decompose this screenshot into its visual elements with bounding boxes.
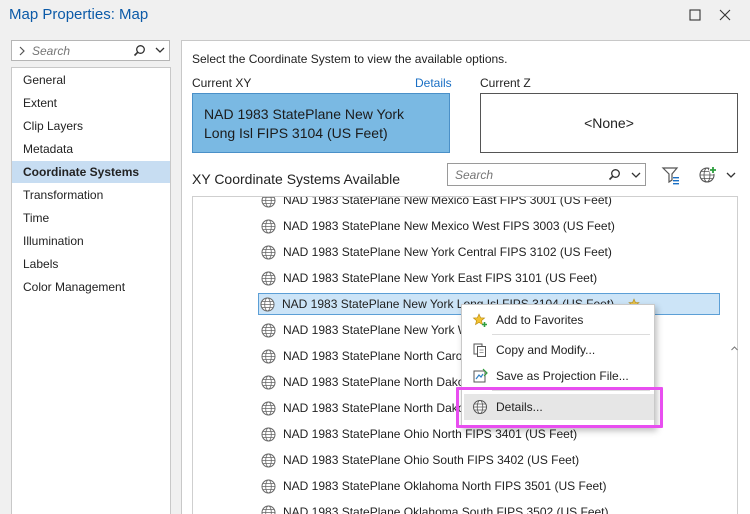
- menu-item-label: Copy and Modify...: [496, 343, 596, 357]
- sidebar-item-color-management[interactable]: Color Management: [12, 276, 170, 298]
- save-projection-icon: [473, 368, 488, 383]
- globe-icon: [260, 297, 275, 312]
- globe-icon: [261, 401, 276, 416]
- maximize-button[interactable]: [682, 4, 708, 26]
- sidebar-item-general[interactable]: General: [12, 69, 170, 91]
- window-title: Map Properties: Map: [9, 6, 149, 23]
- list-item-label: NAD 1983 StatePlane New Mexico West FIPS…: [283, 219, 615, 233]
- menu-item-save-as-projection-file[interactable]: Save as Projection File...: [462, 364, 654, 388]
- search-icon[interactable]: [608, 168, 621, 181]
- current-xy-label: Current XY: [192, 76, 252, 90]
- details-link[interactable]: Details: [415, 76, 452, 90]
- highlight-annotation: [456, 387, 663, 428]
- current-z-value: <None>: [584, 115, 634, 131]
- sidebar-item-metadata[interactable]: Metadata: [12, 138, 170, 160]
- sidebar-item-transformation[interactable]: Transformation: [12, 184, 170, 206]
- menu-separator: [492, 334, 650, 335]
- star-add-icon: [472, 313, 487, 327]
- globe-icon: [261, 219, 276, 234]
- chevron-down-icon[interactable]: [630, 170, 642, 180]
- globe-icon: [261, 427, 276, 442]
- sidebar-search-input[interactable]: [30, 42, 130, 59]
- list-item[interactable]: NAD 1983 StatePlane New York Central FIP…: [259, 241, 719, 263]
- list-item-label: NAD 1983 StatePlane New York East FIPS 3…: [283, 271, 598, 285]
- list-item-label: NAD 1983 StatePlane Oklahoma South FIPS …: [283, 505, 609, 514]
- sidebar-item-illumination[interactable]: Illumination: [12, 230, 170, 252]
- instruction-text: Select the Coordinate System to view the…: [192, 52, 508, 66]
- chevron-down-icon[interactable]: [154, 45, 166, 55]
- list-item[interactable]: NAD 1983 StatePlane New York East FIPS 3…: [259, 267, 719, 289]
- xy-available-header: XY Coordinate Systems Available: [192, 171, 401, 187]
- current-z-label: Current Z: [480, 76, 531, 90]
- current-xy-box[interactable]: NAD 1983 StatePlane New York Long Isl FI…: [192, 93, 450, 153]
- menu-item-label: Save as Projection File...: [496, 369, 629, 383]
- globe-icon: [261, 453, 276, 468]
- copy-icon: [473, 343, 486, 357]
- globe-icon: [261, 245, 276, 260]
- menu-item-label: Add to Favorites: [496, 313, 584, 327]
- current-z-box[interactable]: <None>: [480, 93, 738, 153]
- coordinate-search-box[interactable]: [447, 163, 646, 186]
- globe-icon: [261, 323, 276, 338]
- globe-icon: [261, 271, 276, 286]
- coordinate-search-input[interactable]: [453, 167, 593, 183]
- list-item-label: NAD 1983 StatePlane New Mexico East FIPS…: [283, 196, 612, 207]
- globe-icon: [261, 197, 276, 208]
- title-bar: Map Properties: Map: [0, 0, 750, 32]
- globe-icon: [261, 375, 276, 390]
- close-icon: [719, 9, 731, 21]
- filter-icon[interactable]: [661, 165, 681, 185]
- list-item[interactable]: NAD 1983 StatePlane Ohio South FIPS 3402…: [259, 449, 719, 471]
- list-item[interactable]: NAD 1983 StatePlane New Mexico West FIPS…: [259, 215, 719, 237]
- sidebar-item-labels[interactable]: Labels: [12, 253, 170, 275]
- sidebar-search-box[interactable]: [11, 40, 170, 61]
- search-icon[interactable]: [133, 44, 146, 57]
- sidebar-item-extent[interactable]: Extent: [12, 92, 170, 114]
- list-item[interactable]: NAD 1983 StatePlane Oklahoma South FIPS …: [259, 501, 719, 514]
- chevron-right-icon[interactable]: [17, 45, 27, 57]
- list-item[interactable]: NAD 1983 StatePlane Oklahoma North FIPS …: [259, 475, 719, 497]
- sidebar-item-clip-layers[interactable]: Clip Layers: [12, 115, 170, 137]
- scrollbar-up-arrow[interactable]: [731, 199, 738, 499]
- close-button[interactable]: [712, 4, 738, 26]
- list-item-label: NAD 1983 StatePlane Ohio South FIPS 3402…: [283, 453, 580, 467]
- menu-item-copy-and-modify[interactable]: Copy and Modify...: [462, 338, 654, 362]
- sidebar-item-time[interactable]: Time: [12, 207, 170, 229]
- sidebar: General Extent Clip Layers Metadata Coor…: [11, 67, 171, 514]
- add-coordinate-system-icon[interactable]: [698, 165, 718, 185]
- maximize-icon: [689, 9, 701, 21]
- globe-icon: [261, 479, 276, 494]
- chevron-down-icon[interactable]: [725, 170, 737, 180]
- menu-item-add-to-favorites[interactable]: Add to Favorites: [462, 308, 654, 332]
- list-item[interactable]: NAD 1983 StatePlane New Mexico East FIPS…: [259, 196, 719, 211]
- globe-icon: [261, 349, 276, 364]
- sidebar-item-coordinate-systems[interactable]: Coordinate Systems: [12, 161, 170, 183]
- globe-icon: [261, 505, 276, 514]
- list-item-label: NAD 1983 StatePlane New York Central FIP…: [283, 245, 612, 259]
- current-xy-value: NAD 1983 StatePlane New York Long Isl FI…: [204, 106, 405, 141]
- list-item-label: NAD 1983 StatePlane Oklahoma North FIPS …: [283, 479, 607, 493]
